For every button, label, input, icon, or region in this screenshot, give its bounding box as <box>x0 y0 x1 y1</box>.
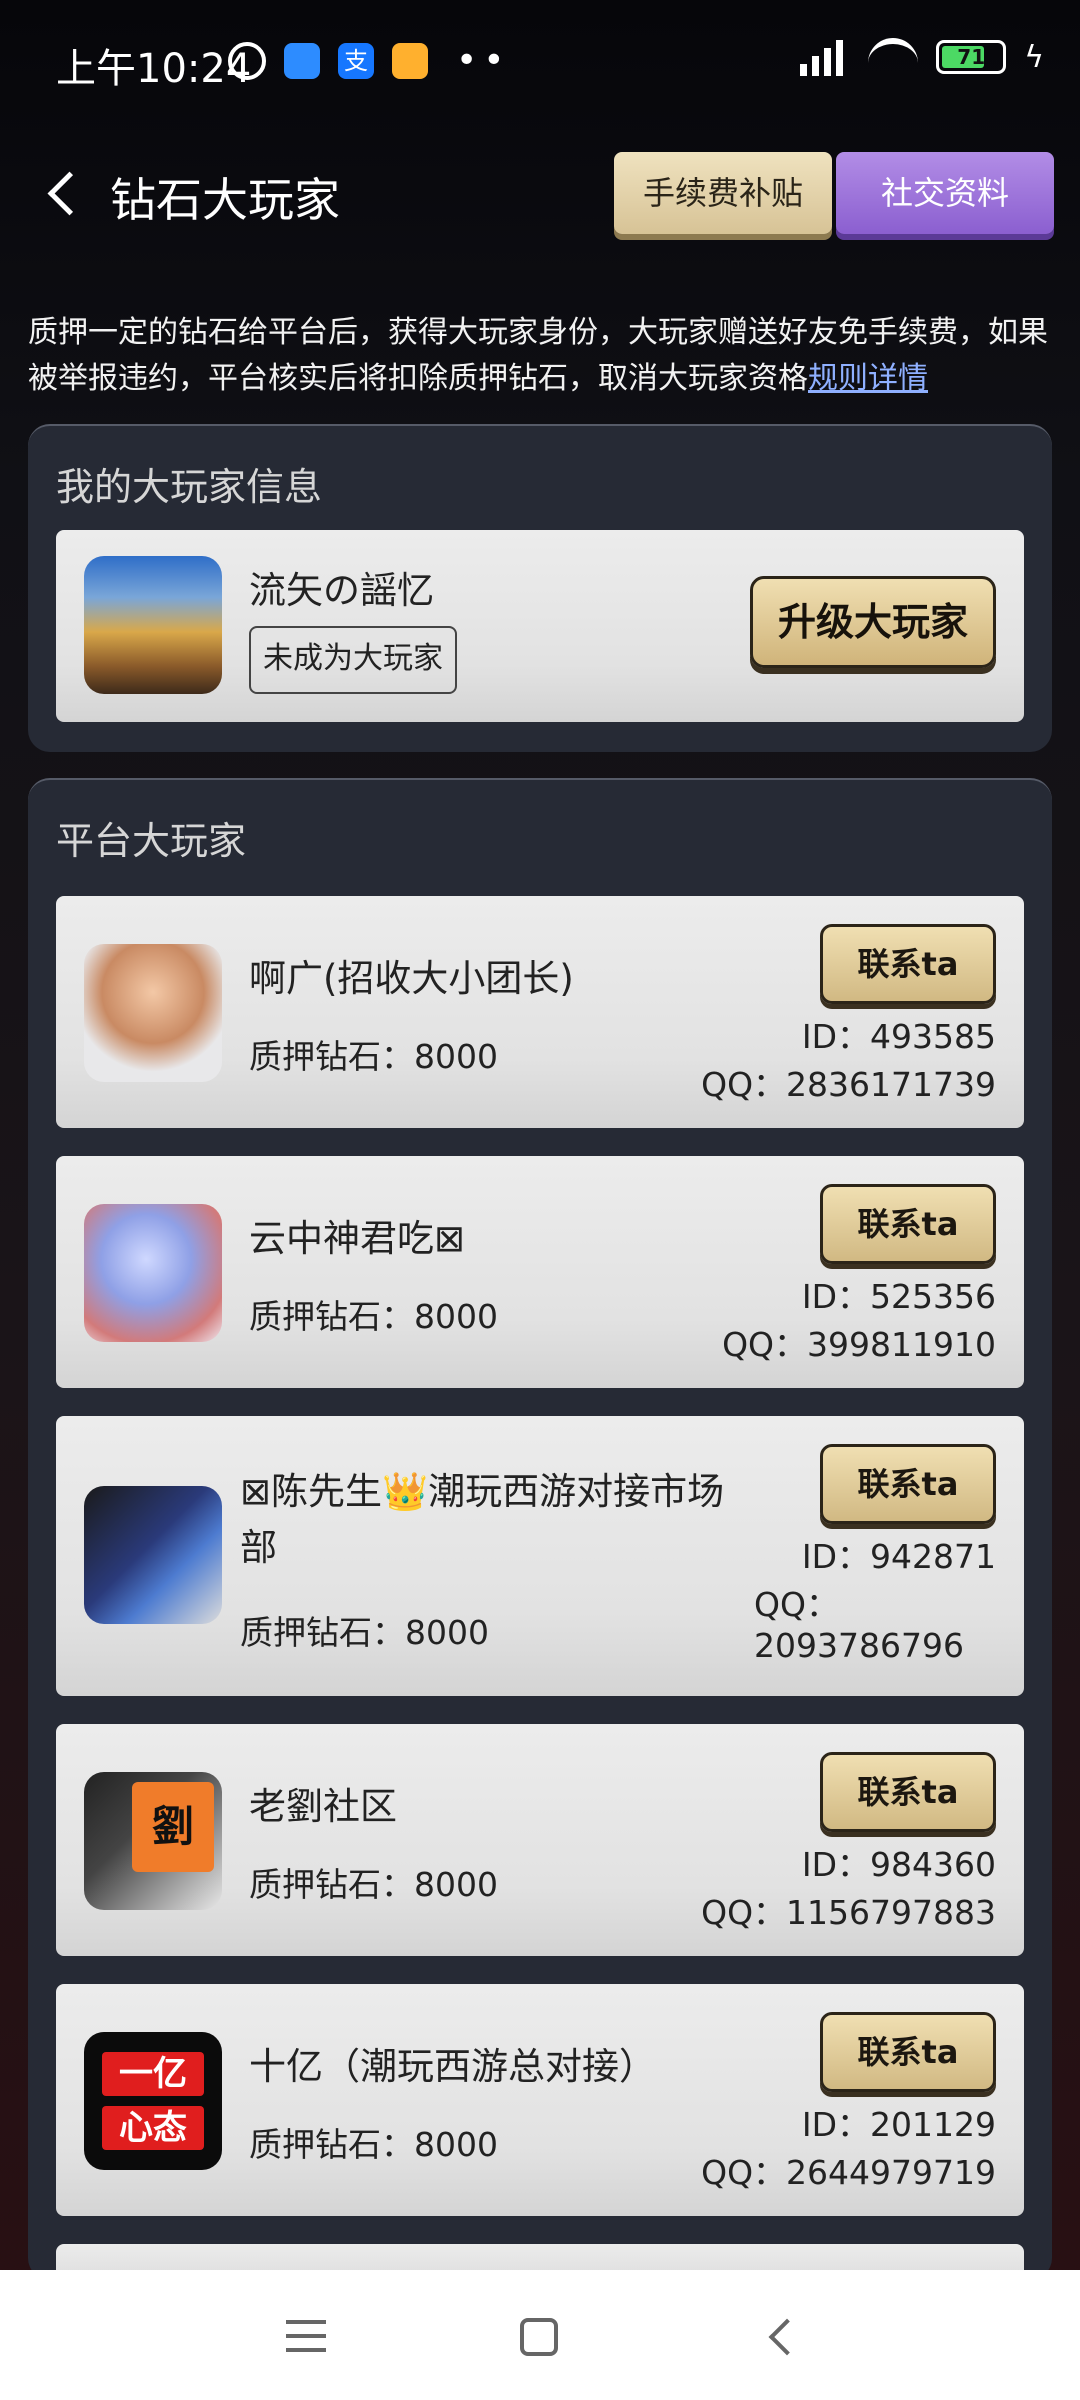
platform-players-panel: 平台大玩家 啊广(招收大小团长) 质押钻石：8000 联系ta ID：49358… <box>28 778 1052 2280</box>
nav-back-icon[interactable] <box>762 2320 798 2356</box>
recent-apps-icon[interactable] <box>286 2320 326 2354</box>
player-id: ID：984360 <box>801 1845 996 1884</box>
battery-icon: 71 <box>936 40 1007 74</box>
notification-icons: 支 •• <box>228 40 510 81</box>
my-avatar <box>84 556 222 694</box>
player-avatar: 一亿 心态 <box>84 2032 222 2170</box>
player-name: 啊广(招收大小团长) <box>249 957 574 1000</box>
player-avatar: 劉 <box>84 1772 222 1910</box>
player-qq: QQ：1156797883 <box>701 1893 996 1932</box>
player-name: ⊠陈先生👑潮玩西游对接市场部 <box>240 1470 725 1569</box>
player-qq: QQ：2836171739 <box>701 1065 996 1104</box>
more-notifications-icon: •• <box>456 40 511 81</box>
player-name: 十亿（潮玩西游总对接） <box>249 2045 656 2088</box>
system-nav-bar <box>0 2270 1080 2400</box>
fee-subsidy-button[interactable]: 手续费补贴 <box>614 152 832 234</box>
charging-icon: ϟ <box>1024 39 1044 75</box>
player-stake: 质押钻石：8000 <box>249 2125 498 2164</box>
my-name: 流矢の謡忆 <box>249 569 434 612</box>
player-card: ⊠陈先生👑潮玩西游对接市场部 质押钻石：8000 联系ta ID：942871 … <box>56 1416 1024 1696</box>
home-icon[interactable] <box>520 2318 558 2356</box>
player-id: ID：525356 <box>801 1277 996 1316</box>
player-avatar <box>84 1486 222 1624</box>
alipay-icon: 支 <box>338 42 374 79</box>
player-stake: 质押钻石：8000 <box>249 1865 498 1904</box>
player-card: 云中神君吃⊠ 质押钻石：8000 联系ta ID：525356 QQ：39981… <box>56 1156 1024 1388</box>
upgrade-button[interactable]: 升级大玩家 <box>750 576 996 668</box>
social-profile-button[interactable]: 社交资料 <box>836 152 1054 234</box>
contact-button[interactable]: 联系ta <box>820 2012 996 2092</box>
player-id: ID：493585 <box>801 1017 996 1056</box>
status-bar: 上午10:24 支 •• 71 ϟ <box>0 0 1080 120</box>
contact-button[interactable]: 联系ta <box>820 924 996 1004</box>
avatar-logo: 劉 <box>132 1782 214 1872</box>
avatar-text-bottom: 心态 <box>102 2106 204 2150</box>
signal-icon <box>800 38 850 76</box>
player-stake: 质押钻石：8000 <box>249 1037 498 1076</box>
cloud-icon <box>284 42 320 79</box>
contact-button[interactable]: 联系ta <box>820 1184 996 1264</box>
player-name: 云中神君吃⊠ <box>249 1217 466 1260</box>
player-qq: QQ：2644979719 <box>701 2153 996 2192</box>
wifi-icon <box>868 38 919 76</box>
platform-title: 平台大玩家 <box>56 819 247 863</box>
message-icon <box>392 42 428 79</box>
my-info-title: 我的大玩家信息 <box>56 465 323 509</box>
top-app-bar: 钻石大玩家 手续费补贴 社交资料 <box>0 140 1080 250</box>
player-card: 啊广(招收大小团长) 质押钻石：8000 联系ta ID：493585 QQ：2… <box>56 896 1024 1128</box>
contact-button[interactable]: 联系ta <box>820 1752 996 1832</box>
player-qq: QQ：399811910 <box>722 1325 996 1364</box>
my-info-panel: 我的大玩家信息 流矢の謡忆 未成为大玩家 升级大玩家 <box>28 424 1052 752</box>
player-stake: 质押钻石：8000 <box>249 1297 498 1336</box>
back-arrow-icon[interactable] <box>36 166 92 222</box>
player-stake: 质押钻石：8000 <box>240 1613 489 1652</box>
my-info-card: 流矢の謡忆 未成为大玩家 升级大玩家 <box>56 530 1024 722</box>
player-name: 老劉社区 <box>249 1785 397 1828</box>
player-card: 劉 老劉社区 质押钻石：8000 联系ta ID：984360 QQ：11567… <box>56 1724 1024 1956</box>
player-qq: 2093786796 <box>754 1626 964 1665</box>
player-avatar <box>84 1204 222 1342</box>
player-id: ID：942871 <box>801 1537 996 1576</box>
alarm-icon <box>228 41 266 80</box>
system-icons: 71 ϟ <box>800 38 1044 76</box>
rules-description: 质押一定的钻石给平台后，获得大玩家身份，大玩家赠送好友免手续费，如果被举报违约，… <box>28 310 1058 402</box>
page-title: 钻石大玩家 <box>110 173 340 227</box>
contact-button[interactable]: 联系ta <box>820 1444 996 1524</box>
player-id: ID：201129 <box>801 2105 996 2144</box>
status-time: 上午10:24 <box>56 46 252 92</box>
rules-detail-link[interactable]: 规则详情 <box>808 361 928 396</box>
battery-level: 71 <box>957 45 986 69</box>
avatar-text-top: 一亿 <box>102 2052 204 2096</box>
status-badge: 未成为大玩家 <box>249 626 457 694</box>
player-avatar <box>84 944 222 1082</box>
player-qq-label: QQ： <box>754 1585 839 1624</box>
player-card: 一亿 心态 十亿（潮玩西游总对接） 质押钻石：8000 联系ta ID：2011… <box>56 1984 1024 2216</box>
